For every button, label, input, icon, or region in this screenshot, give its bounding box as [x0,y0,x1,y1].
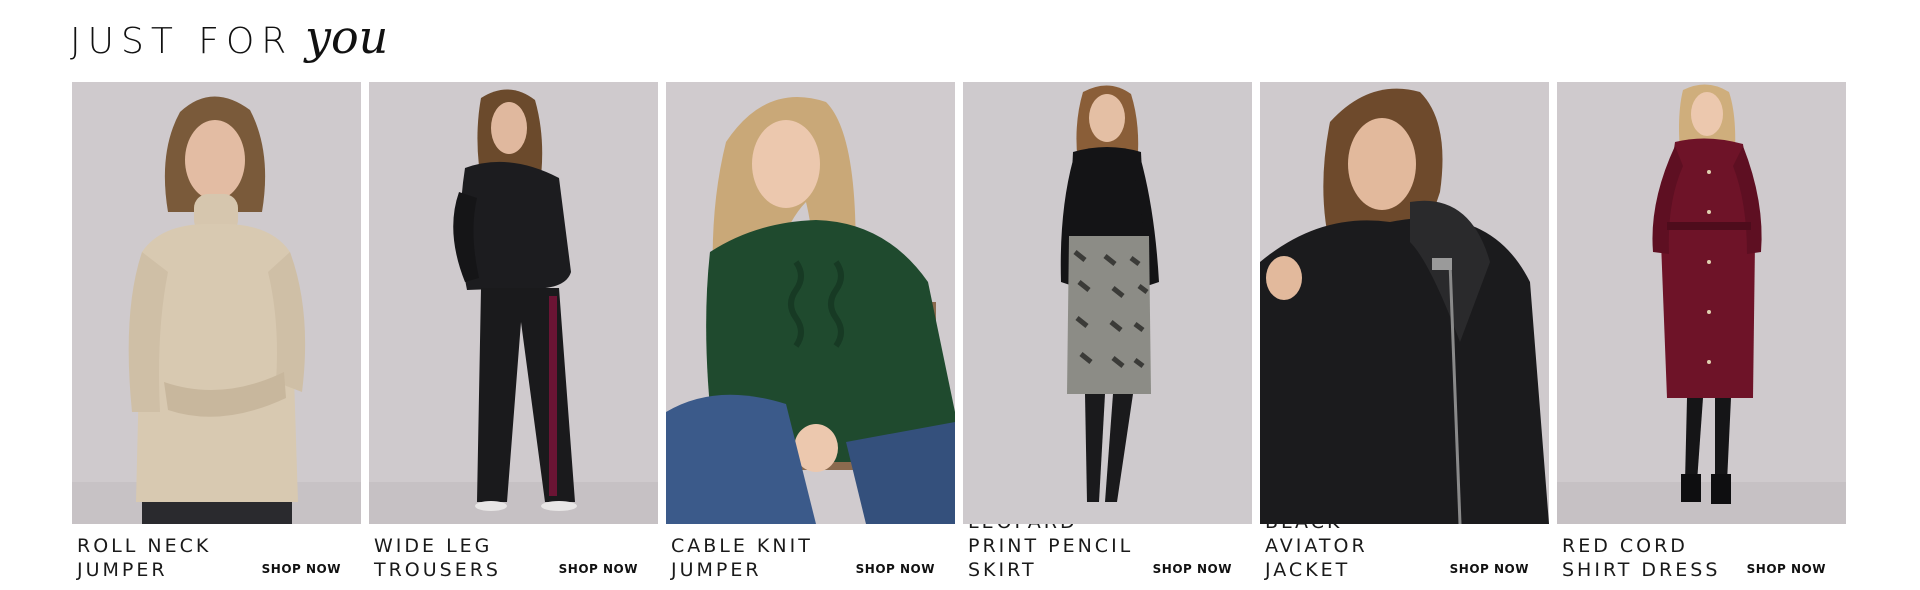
product-name[interactable]: RED CORD SHIRT DRESS [1562,534,1747,582]
product-image[interactable] [369,82,658,524]
product-caption: WIDE LEG TROUSERS SHOP NOW [369,524,658,582]
model-photo-wide-leg-trousers [369,82,658,524]
shop-now-link[interactable]: SHOP NOW [1747,562,1826,582]
product-card-wide-leg-trousers[interactable]: WIDE LEG TROUSERS SHOP NOW [369,82,658,582]
product-grid: ROLL NECK JUMPER SHOP NOW WIDE LEG TROUS… [72,82,1848,582]
model-photo-black-aviator-jacket [1260,82,1549,524]
model-photo-leopard-print-pencil-skirt [963,82,1252,524]
product-card-cable-knit-jumper[interactable]: CABLE KNIT JUMPER SHOP NOW [666,82,955,582]
product-image[interactable] [963,82,1252,524]
product-caption: RED CORD SHIRT DRESS SHOP NOW [1557,524,1846,582]
product-name[interactable]: ROLL NECK JUMPER [77,534,262,582]
product-card-red-cord-shirt-dress[interactable]: RED CORD SHIRT DRESS SHOP NOW [1557,82,1846,582]
product-image[interactable] [666,82,955,524]
section-title-main: JUST FOR [70,21,294,62]
product-name[interactable]: CABLE KNIT JUMPER [671,534,856,582]
product-card-black-aviator-jacket[interactable]: BLACK AVIATOR JACKET SHOP NOW [1260,82,1549,582]
shop-now-link[interactable]: SHOP NOW [262,562,341,582]
product-card-leopard-print-pencil-skirt[interactable]: LEOPARD PRINT PENCIL SKIRT SHOP NOW [963,82,1252,582]
shop-now-link[interactable]: SHOP NOW [559,562,638,582]
model-photo-cable-knit-jumper [666,82,955,524]
shop-now-link[interactable]: SHOP NOW [1153,562,1232,582]
product-caption: BLACK AVIATOR JACKET SHOP NOW [1260,511,1549,582]
section-title: JUST FOR you [70,14,388,60]
product-image[interactable] [1260,82,1549,524]
section-title-accent: you [304,10,389,64]
product-card-roll-neck-jumper[interactable]: ROLL NECK JUMPER SHOP NOW [72,82,361,582]
model-photo-roll-neck-jumper [72,82,361,524]
product-caption: CABLE KNIT JUMPER SHOP NOW [666,524,955,582]
shop-now-link[interactable]: SHOP NOW [856,562,935,582]
product-image[interactable] [72,82,361,524]
shop-now-link[interactable]: SHOP NOW [1450,562,1529,582]
product-name[interactable]: WIDE LEG TROUSERS [374,534,559,582]
model-photo-red-cord-shirt-dress [1557,82,1846,524]
product-caption: LEOPARD PRINT PENCIL SKIRT SHOP NOW [963,511,1252,582]
product-image[interactable] [1557,82,1846,524]
product-caption: ROLL NECK JUMPER SHOP NOW [72,524,361,582]
